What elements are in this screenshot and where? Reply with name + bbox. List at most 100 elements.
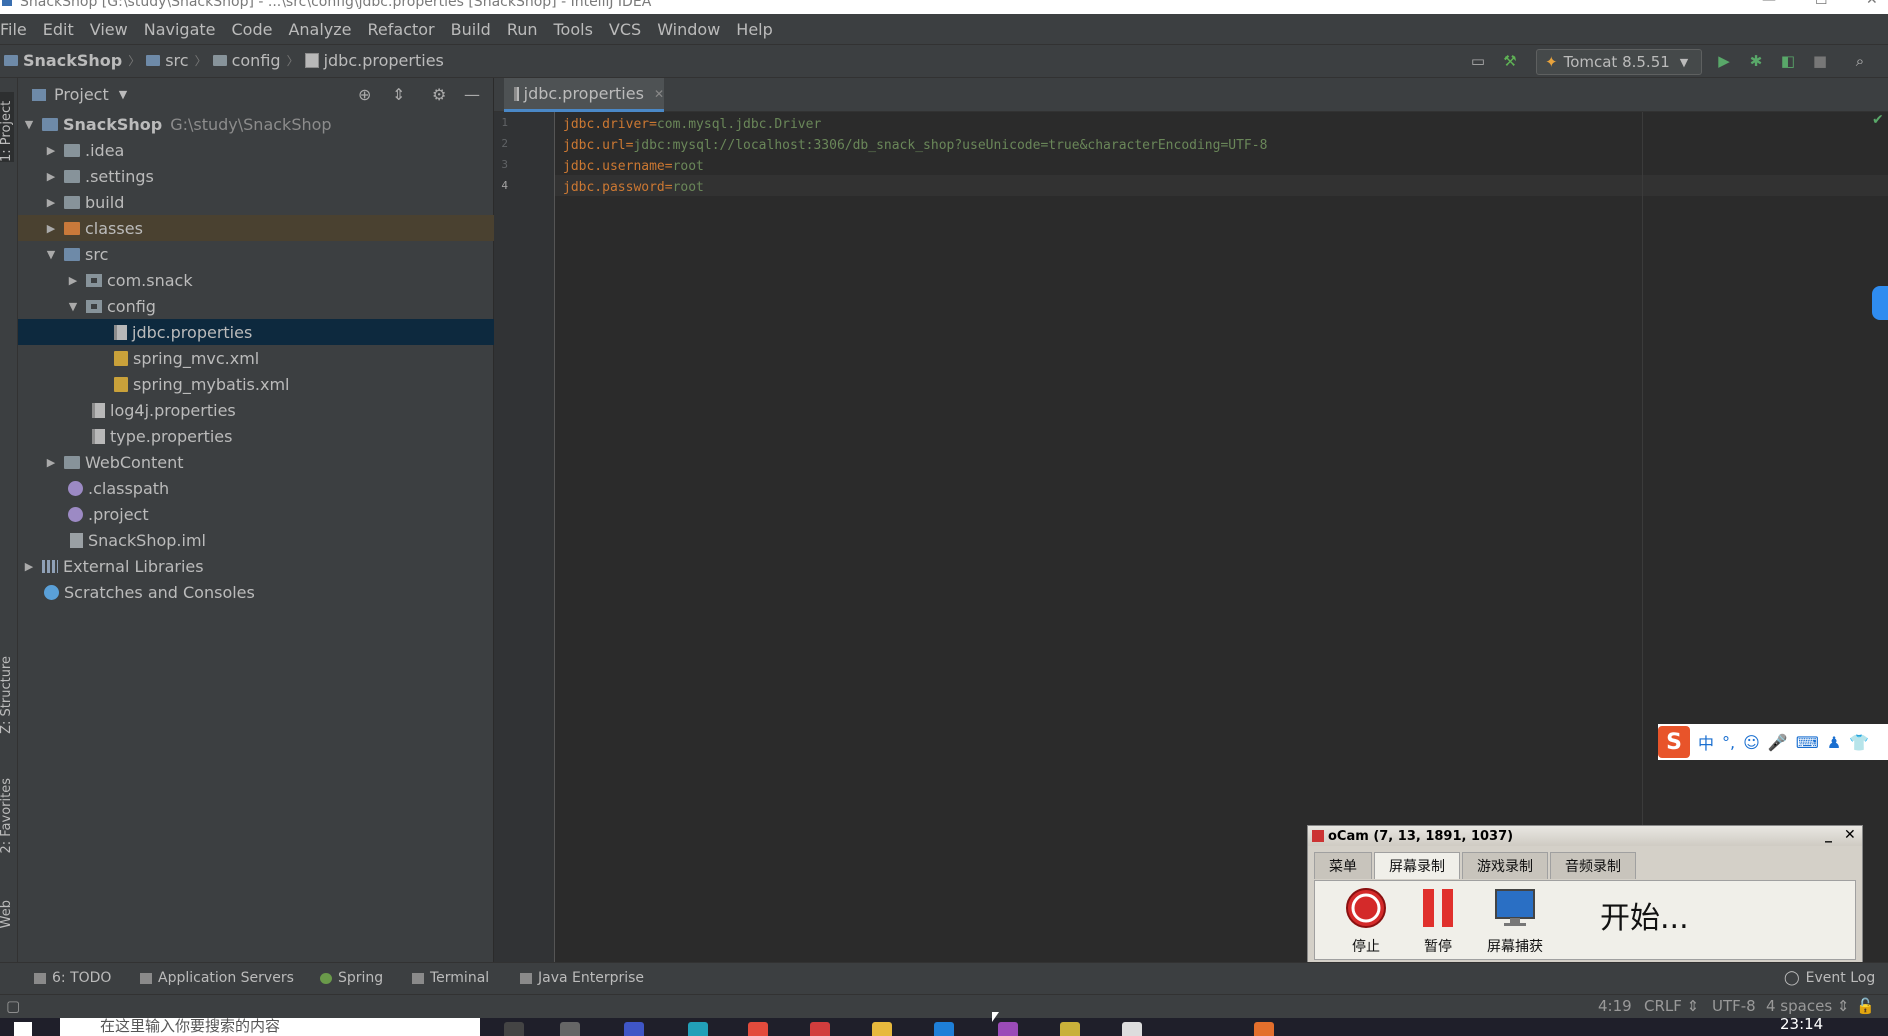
tree-item-scratches[interactable]: Scratches and Consoles (18, 579, 519, 605)
build-hammer-icon[interactable]: ⚒ (1500, 51, 1520, 71)
stop-button[interactable]: 停止 (1331, 885, 1401, 956)
hide-icon[interactable]: — (464, 85, 480, 104)
locate-icon[interactable]: ⊕ (358, 85, 371, 104)
expand-arrow-icon[interactable]: ▶ (44, 144, 58, 157)
ocam-tab-menu[interactable]: 菜单 (1314, 852, 1372, 879)
code-lines[interactable]: jdbc.driver=com.mysql.jdbc.Driver jdbc.u… (555, 112, 1642, 212)
close-icon[interactable]: ✕ (1866, 0, 1878, 8)
menu-build[interactable]: Build (443, 20, 499, 39)
taskbar-app-icon[interactable] (624, 1022, 644, 1036)
tab-web[interactable]: Web (0, 900, 14, 928)
windows-start-icon[interactable] (14, 1022, 32, 1036)
lock-icon[interactable]: 🔓 (1856, 997, 1875, 1015)
pause-button[interactable]: 暂停 (1403, 885, 1473, 956)
taskbar-app-icon[interactable] (560, 1022, 580, 1036)
indent-setting[interactable]: 4 spaces ⇕ (1766, 997, 1849, 1015)
tree-item-project[interactable]: .project (18, 501, 543, 527)
tree-item-snackshop[interactable]: ▼ SnackShop G:\study\SnackShop (18, 111, 497, 137)
collapse-arrow-icon[interactable]: ▼ (66, 300, 80, 313)
tree-item-build[interactable]: ▶ build (18, 189, 519, 215)
tree-item-snackshop-iml[interactable]: SnackShop.iml (18, 527, 545, 553)
menu-refactor[interactable]: Refactor (360, 20, 443, 39)
file-explorer-icon[interactable] (872, 1022, 892, 1036)
coverage-icon[interactable]: ◧ (1778, 51, 1798, 71)
menu-code[interactable]: Code (224, 20, 281, 39)
ocam-tab-audio-record[interactable]: 音频录制 (1550, 852, 1636, 879)
tab-project[interactable]: 1: Project (0, 92, 14, 162)
expand-arrow-icon[interactable]: ▶ (44, 456, 58, 469)
expand-arrow-icon[interactable]: ▶ (66, 274, 80, 287)
debug-icon[interactable]: ✱ (1746, 51, 1766, 71)
search-icon[interactable]: ⌕ (1850, 51, 1870, 71)
tab-structure[interactable]: Z: Structure (0, 656, 14, 734)
line-separator[interactable]: CRLF ⇕ (1644, 997, 1699, 1015)
tree-item-settings[interactable]: ▶ .settings (18, 163, 519, 189)
collapse-all-icon[interactable]: ⇕ (392, 85, 405, 104)
edge-icon[interactable] (688, 1022, 708, 1036)
tree-item-config[interactable]: ▼ config (18, 293, 541, 319)
ocam-tab-screen-record[interactable]: 屏幕录制 (1374, 852, 1460, 879)
run-configuration-select[interactable]: ✦ Tomcat 8.5.51 ▼ (1536, 49, 1702, 75)
tab-favorites[interactable]: 2: Favorites (0, 778, 14, 854)
inspection-ok-icon[interactable]: ✔ (1872, 112, 1884, 128)
tree-item-log4j-properties[interactable]: log4j.properties (18, 397, 567, 423)
ocam-title-bar[interactable]: oCam (7, 13, 1891, 1037) _ ✕ (1308, 826, 1862, 846)
breadcrumb-file[interactable]: jdbc.properties (324, 51, 444, 70)
maximize-icon[interactable]: ☐ (1815, 0, 1828, 8)
tree-item-src[interactable]: ▼ src (18, 241, 519, 267)
tree-item-idea[interactable]: ▶ .idea (18, 137, 519, 163)
taskbar-app-icon[interactable] (1060, 1022, 1080, 1036)
taskbar-app-icon[interactable] (1122, 1022, 1142, 1036)
breadcrumb-config[interactable]: config (232, 51, 281, 70)
expand-arrow-icon[interactable]: ▶ (44, 222, 58, 235)
chrome-icon[interactable] (748, 1022, 768, 1036)
close-icon[interactable]: ✕ (1844, 827, 1856, 843)
taskbar-app-icon[interactable] (1254, 1022, 1274, 1036)
tool-terminal[interactable]: Terminal (412, 970, 489, 986)
screen-capture-button[interactable]: 屏幕捕获 (1475, 885, 1555, 956)
editor-tab-jdbc-properties[interactable]: jdbc.properties ✕ (504, 78, 664, 112)
run-icon[interactable]: ▶ (1714, 51, 1734, 71)
menu-navigate[interactable]: Navigate (136, 20, 224, 39)
collapse-arrow-icon[interactable]: ▼ (22, 118, 36, 131)
floating-assistant-icon[interactable] (1872, 286, 1888, 320)
expand-arrow-icon[interactable]: ▶ (22, 560, 36, 573)
tool-todo[interactable]: 6: TODO (34, 970, 111, 986)
sogou-logo-icon[interactable]: S (1658, 726, 1690, 758)
caret-position[interactable]: 4:19 (1598, 997, 1632, 1015)
emoji-icon[interactable]: ☺ (1743, 733, 1760, 752)
project-view-selector[interactable]: Project ▼ (32, 85, 127, 104)
toggle-tool-windows-icon[interactable]: ▢ (6, 997, 20, 1015)
tool-spring[interactable]: Spring (320, 970, 383, 986)
menu-vcs[interactable]: VCS (601, 20, 649, 39)
tool-event-log[interactable]: ◯ Event Log (1784, 970, 1875, 986)
microphone-icon[interactable]: 🎤 (1768, 733, 1788, 752)
skin-icon[interactable]: 👕 (1849, 733, 1869, 752)
tree-item-webcontent[interactable]: ▶ WebContent (18, 449, 519, 475)
ime-punctuation-toggle[interactable]: °, (1722, 733, 1735, 752)
tree-item-external-libraries[interactable]: ▶ External Libraries (18, 553, 497, 579)
expand-arrow-icon[interactable]: ▶ (44, 170, 58, 183)
gear-icon[interactable]: ⚙ (432, 85, 446, 104)
expand-arrow-icon[interactable]: ▶ (44, 196, 58, 209)
ime-language-toggle[interactable]: 中 (1698, 730, 1714, 754)
menu-run[interactable]: Run (499, 20, 546, 39)
menu-view[interactable]: View (82, 20, 136, 39)
minimize-icon[interactable]: — (1762, 0, 1776, 8)
taskbar-app-icon[interactable] (934, 1022, 954, 1036)
menu-edit[interactable]: Edit (35, 20, 82, 39)
tree-item-classes[interactable]: ▶ classes (18, 215, 519, 241)
file-encoding[interactable]: UTF-8 (1712, 997, 1756, 1015)
menu-window[interactable]: Window (649, 20, 728, 39)
collapse-arrow-icon[interactable]: ▼ (44, 248, 58, 261)
tool-java-enterprise[interactable]: Java Enterprise (520, 970, 644, 986)
user-icon[interactable]: ♟ (1827, 733, 1841, 752)
taskbar-app-icon[interactable] (810, 1022, 830, 1036)
keyboard-icon[interactable]: ⌨ (1796, 733, 1819, 752)
layout-icon[interactable]: ▭ (1468, 51, 1488, 71)
minimize-icon[interactable]: _ (1825, 827, 1832, 843)
taskbar-clock[interactable]: 23:14 (1780, 1015, 1823, 1033)
taskbar-search-box[interactable]: 在这里输入你要搜索的内容 (60, 1018, 480, 1036)
menu-tools[interactable]: Tools (546, 20, 601, 39)
stop-icon[interactable]: ■ (1810, 51, 1830, 71)
